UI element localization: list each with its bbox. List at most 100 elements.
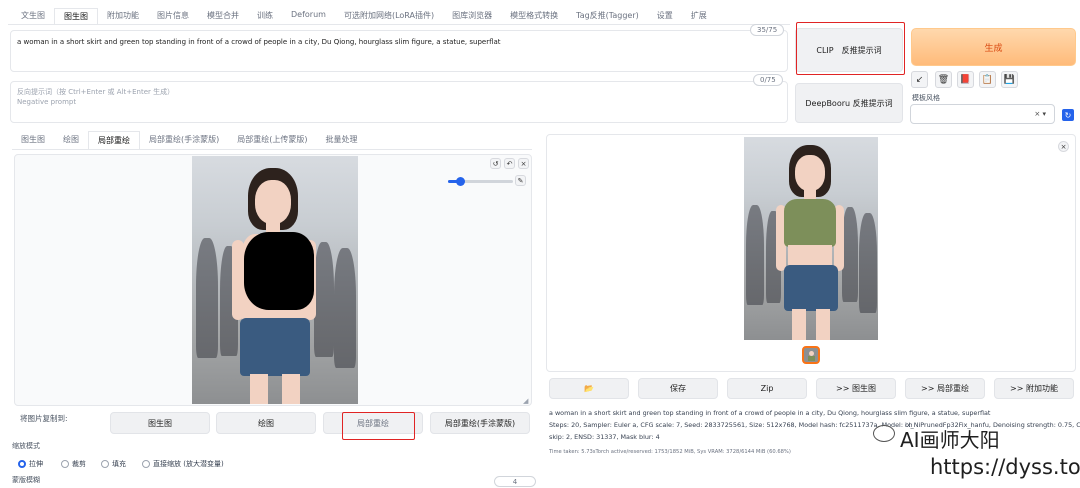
- output-image[interactable]: [744, 137, 878, 340]
- tab-png-info[interactable]: 图片信息: [148, 8, 198, 24]
- denim-skirt: [240, 318, 310, 376]
- radio-icon: [101, 460, 109, 468]
- prompt-text: a woman in a short skirt and green top s…: [17, 38, 501, 46]
- right-leg: [282, 374, 300, 404]
- tab-model-converter[interactable]: 模型格式转换: [501, 8, 567, 24]
- style-clear-chevron-icon[interactable]: × ▾: [1034, 110, 1046, 118]
- resize-option-stretch[interactable]: 拉伸: [18, 459, 43, 469]
- output-prompt-text: a woman in a short skirt and green top s…: [549, 409, 991, 417]
- tab-extras[interactable]: 附加功能: [98, 8, 148, 24]
- left-arm: [232, 240, 244, 320]
- tab-img2img[interactable]: 图生图: [54, 8, 98, 24]
- green-top: [784, 199, 836, 247]
- inpaint-source-image[interactable]: [192, 156, 358, 404]
- denim-skirt: [784, 265, 838, 311]
- send-to-img2img-button[interactable]: >> 图生图: [816, 378, 896, 399]
- deepbooru-interrogate-button[interactable]: DeepBooru 反推提示词: [795, 83, 903, 123]
- save-button[interactable]: 保存: [638, 378, 718, 399]
- subtab-inpaint-upload[interactable]: 局部重绘(上传蒙版): [228, 131, 316, 149]
- subtab-sketch[interactable]: 绘图: [54, 131, 88, 149]
- apply-style-icon[interactable]: ↻: [1062, 109, 1074, 121]
- send-to-extras-button[interactable]: >> 附加功能: [994, 378, 1074, 399]
- prompt-token-counter: 35/75: [750, 24, 785, 36]
- send-to-inpaint-button[interactable]: >> 局部重绘: [905, 378, 985, 399]
- tab-image-browser[interactable]: 图库浏览器: [443, 8, 501, 24]
- negative-token-counter: 0/75: [753, 74, 783, 86]
- negative-prompt-textarea[interactable]: 反向提示词（按 Ctrl+Enter 或 Alt+Enter 生成） Negat…: [10, 81, 788, 123]
- inpaint-mask: [244, 232, 314, 310]
- radio-icon: [142, 460, 150, 468]
- background-person: [334, 248, 356, 368]
- prompt-textarea[interactable]: a woman in a short skirt and green top s…: [10, 30, 788, 72]
- output-params-line2: skip: 2, ENSD: 31337, Mask blur: 4: [549, 433, 660, 441]
- right-leg: [816, 309, 830, 340]
- mask-blur-input[interactable]: 4: [494, 476, 536, 487]
- watermark-url: https://dyss.top: [930, 455, 1080, 479]
- resize-option-fill[interactable]: 填充: [101, 459, 126, 469]
- resize-mode-label: 缩放模式: [12, 442, 40, 450]
- tab-divider: [8, 24, 790, 25]
- brush-icon[interactable]: ✎: [515, 175, 526, 186]
- background-person: [196, 238, 218, 358]
- background-person: [842, 207, 858, 302]
- wechat-icon: [873, 425, 895, 442]
- negative-prompt-placeholder: Negative prompt: [17, 98, 77, 106]
- background-person: [314, 242, 334, 357]
- zip-button[interactable]: Zip: [727, 378, 807, 399]
- tab-checkpoint-merger[interactable]: 模型合并: [198, 8, 248, 24]
- left-leg: [792, 309, 806, 340]
- brush-size-slider[interactable]: [448, 177, 513, 186]
- read-params-icon[interactable]: ↙: [911, 71, 928, 88]
- copy-to-sketch-button[interactable]: 绘图: [216, 412, 316, 434]
- copy-to-inpaint-sketch-button[interactable]: 局部重绘(手涂蒙版): [430, 412, 530, 434]
- clip-highlight-box: [796, 22, 905, 75]
- resize-option-latent[interactable]: 直接缩放 (放大潜变量): [142, 459, 224, 469]
- background-person: [859, 213, 877, 313]
- left-leg: [250, 374, 268, 404]
- style-book-icon[interactable]: 📕: [957, 71, 974, 88]
- clear-icon[interactable]: ↶: [504, 158, 515, 169]
- clipboard-icon[interactable]: 📋: [979, 71, 996, 88]
- face: [795, 155, 825, 191]
- canvas-controls: ↺ ↶ ×: [490, 158, 529, 169]
- resize-option-crop[interactable]: 裁剪: [61, 459, 86, 469]
- tab-additional-networks[interactable]: 可选附加网络(LoRA插件): [335, 8, 443, 24]
- copy-to-label: 将图片复制到:: [20, 414, 68, 423]
- negative-prompt-label: 反向提示词（按 Ctrl+Enter 或 Alt+Enter 生成）: [17, 88, 175, 96]
- tab-settings[interactable]: 设置: [648, 8, 682, 24]
- tab-txt2img[interactable]: 文生图: [12, 8, 54, 24]
- radio-selected-icon: [18, 460, 26, 468]
- inpaint-copy-highlight-box: [342, 412, 415, 440]
- tab-deforum[interactable]: Deforum: [282, 8, 335, 24]
- sub-tab-divider: [12, 149, 532, 150]
- img2img-sub-tab-bar: 图生图 绘图 局部重绘 局部重绘(手涂蒙版) 局部重绘(上传蒙版) 批量处理: [12, 131, 367, 149]
- subtab-inpaint[interactable]: 局部重绘: [88, 131, 140, 149]
- resize-option-label: 填充: [112, 460, 126, 468]
- face: [255, 180, 291, 224]
- tab-train[interactable]: 训练: [248, 8, 282, 24]
- style-select[interactable]: × ▾: [910, 104, 1055, 124]
- trash-icon[interactable]: 🗑: [935, 71, 952, 88]
- main-tab-bar: 文生图 图生图 附加功能 图片信息 模型合并 训练 Deforum 可选附加网络…: [12, 8, 1080, 24]
- tab-tagger[interactable]: Tag反推(Tagger): [567, 8, 648, 24]
- brush-size-handle[interactable]: [456, 177, 465, 186]
- copy-to-img2img-button[interactable]: 图生图: [110, 412, 210, 434]
- output-timing-text: Time taken: 5.73sTorch active/reserved: …: [549, 449, 791, 455]
- resize-grip-icon[interactable]: ◢: [523, 397, 528, 405]
- close-icon[interactable]: ×: [518, 158, 529, 169]
- style-label: 模板风格: [912, 94, 940, 102]
- output-params-line1: Steps: 20, Sampler: Euler a, CFG scale: …: [549, 421, 913, 429]
- subtab-inpaint-sketch[interactable]: 局部重绘(手涂蒙版): [140, 131, 228, 149]
- gallery-close-icon[interactable]: ×: [1058, 141, 1069, 152]
- undo-icon[interactable]: ↺: [490, 158, 501, 169]
- output-thumbnail[interactable]: [802, 346, 820, 364]
- generate-button[interactable]: 生成: [911, 28, 1076, 66]
- tab-extensions[interactable]: 扩展: [682, 8, 716, 24]
- resize-option-label: 裁剪: [72, 460, 86, 468]
- subtab-batch[interactable]: 批量处理: [317, 131, 367, 149]
- subtab-img2img[interactable]: 图生图: [12, 131, 54, 149]
- resize-option-label: 拉伸: [29, 460, 43, 468]
- save-style-icon[interactable]: 💾: [1001, 71, 1018, 88]
- open-folder-button[interactable]: 📂: [549, 378, 629, 399]
- midriff: [788, 245, 832, 267]
